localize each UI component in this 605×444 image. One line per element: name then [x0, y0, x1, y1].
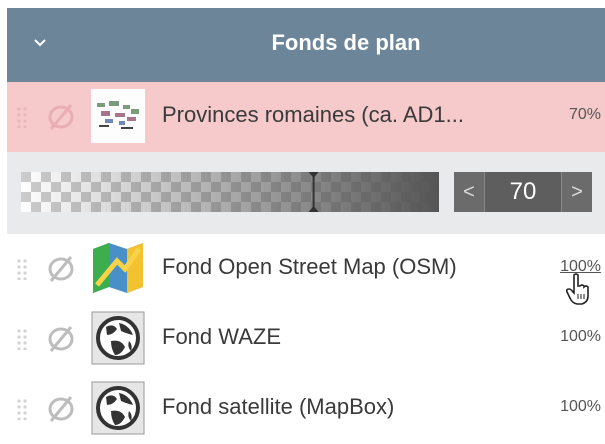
basemap-panel: Fonds de plan Provinces romaines (ca. AD… — [7, 8, 605, 444]
layer-opacity-value[interactable]: 100% — [560, 328, 601, 346]
layer-opacity-value[interactable]: 70% — [569, 106, 601, 124]
opacity-stepper[interactable]: < 70 > — [454, 172, 592, 212]
layer-opacity-value[interactable]: 100% — [560, 398, 601, 416]
map-icon — [93, 243, 143, 293]
drag-handle-icon[interactable] — [17, 328, 27, 350]
visibility-toggle-icon[interactable] — [45, 395, 77, 423]
drag-handle-icon[interactable] — [17, 398, 27, 420]
layer-row-waze[interactable]: Fond WAZE 100% — [7, 304, 605, 374]
drag-handle-icon[interactable] — [17, 106, 27, 128]
opacity-slider[interactable] — [21, 172, 439, 212]
layer-row-osm[interactable]: Fond Open Street Map (OSM) 100% — [7, 234, 605, 304]
hand-pointer-icon — [565, 273, 589, 305]
layer-name: Provinces romaines (ca. AD1... — [162, 102, 465, 127]
increment-button[interactable]: > — [562, 172, 592, 212]
panel-header[interactable]: Fonds de plan — [7, 8, 605, 82]
visibility-toggle-icon[interactable] — [45, 325, 77, 353]
visibility-toggle-icon[interactable] — [45, 103, 77, 131]
visibility-toggle-icon[interactable] — [45, 255, 77, 283]
opacity-slider-row: < 70 > — [7, 152, 605, 234]
layer-name: Fond satellite (MapBox) — [162, 394, 395, 419]
globe-icon — [91, 311, 145, 365]
layer-row-provinces[interactable]: Provinces romaines (ca. AD1... 70% — [7, 82, 605, 152]
layer-name: Fond WAZE — [162, 324, 281, 349]
globe-icon — [91, 381, 145, 435]
opacity-input[interactable]: 70 — [484, 172, 562, 212]
drag-handle-icon[interactable] — [17, 258, 27, 280]
panel-title: Fonds de plan — [271, 30, 421, 55]
layer-name: Fond Open Street Map (OSM) — [162, 254, 457, 279]
decrement-button[interactable]: < — [454, 172, 484, 212]
layer-row-satellite[interactable]: Fond satellite (MapBox) 100% — [7, 374, 605, 444]
map-thumbnail — [91, 89, 145, 143]
